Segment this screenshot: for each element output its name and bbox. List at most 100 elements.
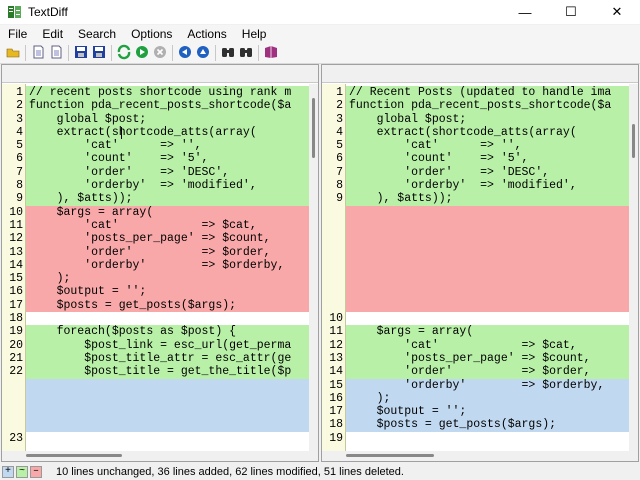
- left-line: 21 $post_title_attr = esc_attr(ge: [2, 351, 309, 366]
- right-line: [322, 258, 629, 273]
- left-line: [2, 418, 309, 432]
- help-book-button[interactable]: [262, 44, 280, 62]
- line-text: 'count' => '5',: [26, 152, 309, 166]
- line-text: [346, 258, 629, 273]
- line-number: 22: [9, 365, 23, 379]
- left-vertical-scrollbar[interactable]: [309, 84, 318, 452]
- run-compare-button[interactable]: [133, 44, 151, 62]
- line-text: 'orderby' => 'modified',: [346, 179, 629, 193]
- next-diff-icon: [195, 44, 211, 63]
- right-vertical-scrollbar[interactable]: [629, 84, 638, 452]
- right-code-area[interactable]: 1// Recent Posts (updated to handle ima 2…: [322, 84, 629, 452]
- app-icon: [8, 5, 22, 19]
- line-number: [322, 219, 346, 232]
- menu-file[interactable]: File: [0, 25, 34, 43]
- line-number: 7: [16, 165, 23, 179]
- line-text: [26, 431, 309, 446]
- right-line: [322, 272, 629, 286]
- legend-modified: ~: [16, 465, 28, 478]
- right-horizontal-scrollbar[interactable]: [322, 451, 638, 461]
- maximize-button[interactable]: ☐: [548, 0, 594, 24]
- save-left-button[interactable]: [72, 44, 90, 62]
- line-text: function pda_recent_posts_shortcode($a: [346, 99, 629, 113]
- next-diff-button[interactable]: [194, 44, 212, 62]
- line-text: [346, 218, 629, 233]
- line-text: [26, 378, 309, 392]
- left-line: [2, 378, 309, 392]
- open-file-right-button[interactable]: [47, 44, 65, 62]
- line-text: 'order' => 'DESC',: [346, 165, 629, 180]
- line-number: 7: [336, 165, 343, 179]
- close-button[interactable]: ✕: [594, 0, 640, 24]
- line-number: 4: [16, 125, 23, 139]
- menu-options[interactable]: Options: [123, 25, 179, 43]
- line-number: 13: [9, 245, 23, 259]
- right-pane-header: [322, 65, 638, 83]
- right-vertical-scroll-thumb[interactable]: [632, 124, 635, 158]
- line-text: ), $atts));: [346, 192, 629, 206]
- status-bar: + ~ – 10 lines unchanged, 36 lines added…: [0, 463, 640, 480]
- legend-added: +: [2, 465, 14, 478]
- right-line: 6 'count' => '5',: [322, 152, 629, 166]
- right-lines: 1// Recent Posts (updated to handle ima 2…: [322, 86, 629, 446]
- line-number: 11: [9, 218, 23, 232]
- left-horizontal-scroll-thumb[interactable]: [26, 454, 122, 457]
- minimize-button[interactable]: —: [502, 0, 548, 24]
- stop-button[interactable]: [151, 44, 169, 62]
- left-lines: 1// recent posts shortcode using rank m2…: [2, 86, 309, 446]
- help-book-icon: [263, 44, 279, 63]
- menu-help[interactable]: Help: [234, 25, 274, 43]
- line-number: [322, 246, 346, 259]
- right-line: 3 global $post;: [322, 112, 629, 126]
- line-number: 1: [16, 86, 23, 99]
- left-line: 17 $posts = get_posts($args);: [2, 298, 309, 313]
- right-line: 10: [322, 312, 629, 326]
- right-line: 15 'orderby' => $orderby,: [322, 378, 629, 392]
- refresh-button[interactable]: [115, 44, 133, 62]
- run-compare-icon: [134, 44, 150, 63]
- left-line: 2 function pda_recent_posts_shortcode($a: [2, 99, 309, 113]
- line-text: [346, 272, 629, 286]
- menu-search[interactable]: Search: [70, 25, 123, 43]
- title-bar[interactable]: TextDiff — ☐ ✕: [0, 0, 640, 24]
- previous-diff-button[interactable]: [176, 44, 194, 62]
- line-text: foreach($posts as $post) {: [26, 325, 309, 339]
- line-number: 3: [16, 112, 23, 126]
- line-text: 'order' => $order,: [346, 365, 629, 379]
- line-number: [2, 379, 26, 392]
- left-line: 11 'cat' => $cat,: [2, 218, 309, 233]
- save-left-icon: [73, 44, 89, 63]
- find-button[interactable]: [219, 44, 237, 62]
- line-number: 16: [9, 285, 23, 299]
- menu-bar: File Edit Search Options Actions Help: [0, 25, 640, 43]
- menu-actions[interactable]: Actions: [179, 25, 233, 43]
- line-text: function pda_recent_posts_shortcode($a: [26, 99, 309, 113]
- line-text: $output = '';: [346, 405, 629, 419]
- save-right-button[interactable]: [90, 44, 108, 62]
- open-folder-button[interactable]: [4, 44, 22, 62]
- open-folder-icon: [5, 44, 21, 63]
- line-number: 16: [329, 391, 343, 405]
- find-next-button[interactable]: [237, 44, 255, 62]
- right-horizontal-scroll-thumb[interactable]: [346, 454, 434, 457]
- line-number: 3: [336, 112, 343, 126]
- line-number: 2: [336, 99, 343, 113]
- left-horizontal-scrollbar[interactable]: [2, 451, 318, 461]
- line-number: 10: [9, 205, 23, 219]
- open-file-left-icon: [30, 44, 46, 63]
- left-code-area[interactable]: 1// recent posts shortcode using rank m2…: [2, 84, 309, 452]
- right-line: [322, 218, 629, 233]
- stop-icon: [152, 44, 168, 63]
- right-line: 17 $output = '';: [322, 405, 629, 419]
- line-text: 'order' => $order,: [26, 245, 309, 259]
- line-number: [322, 232, 346, 245]
- open-file-left-button[interactable]: [29, 44, 47, 62]
- line-number: [322, 272, 346, 285]
- left-vertical-scroll-thumb[interactable]: [312, 98, 315, 158]
- line-number: 19: [329, 431, 343, 445]
- toolbar-separator: [215, 45, 216, 61]
- right-line: 8 'orderby' => 'modified',: [322, 179, 629, 193]
- line-number: [2, 405, 26, 418]
- menu-edit[interactable]: Edit: [34, 25, 70, 43]
- line-text: [26, 391, 309, 406]
